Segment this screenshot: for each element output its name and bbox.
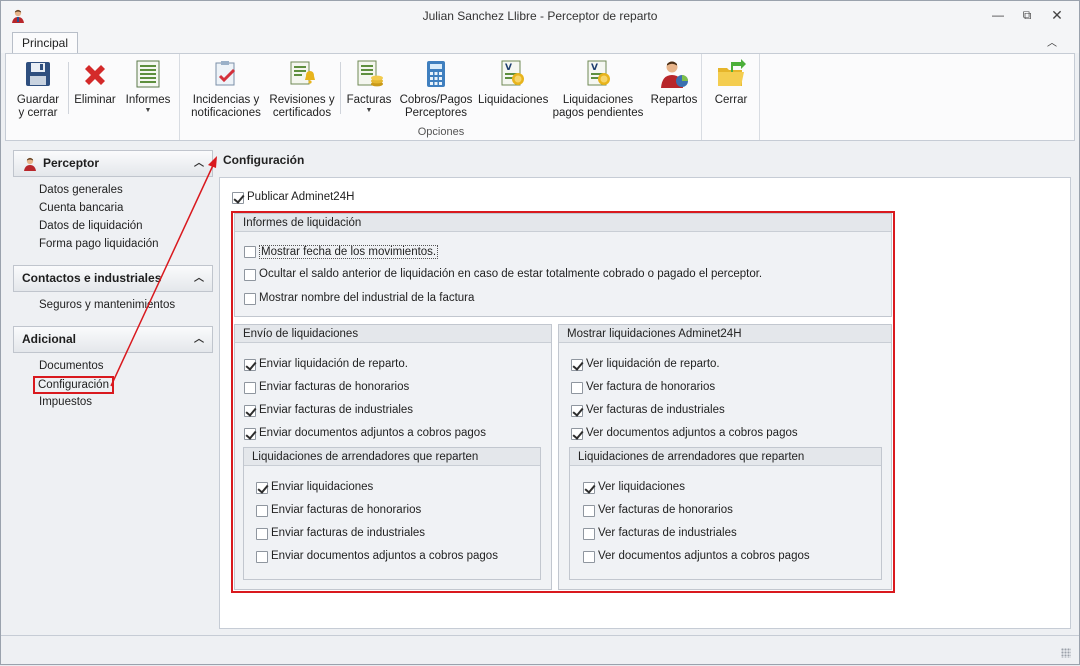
delete-x-icon bbox=[85, 65, 105, 85]
nav-item-datos-generales[interactable]: Datos generales bbox=[39, 184, 123, 196]
repartos-button[interactable]: Repartos bbox=[648, 58, 700, 107]
nav-item-datos-liquidacion[interactable]: Datos de liquidación bbox=[39, 220, 143, 232]
save-icon bbox=[26, 62, 50, 86]
incidents-clipboard-icon bbox=[215, 61, 236, 86]
tab-principal[interactable]: Principal bbox=[12, 32, 79, 54]
guardar-button[interactable]: Guardar y cerrar bbox=[12, 58, 64, 120]
chevron-up-icon[interactable]: ︿ bbox=[194, 151, 204, 176]
certificate-bell-icon bbox=[290, 61, 315, 85]
facturas-button[interactable]: Facturas ▼ bbox=[344, 58, 394, 115]
svg-text:V: V bbox=[505, 63, 512, 73]
ribbon-group-main: Guardar y cerrar Eliminar Informes ▼ bbox=[6, 54, 180, 140]
nav-item-seguros[interactable]: Seguros y mantenimientos bbox=[39, 299, 175, 311]
cerrar-button[interactable]: Cerrar bbox=[706, 58, 756, 107]
eliminar-button[interactable]: Eliminar bbox=[72, 58, 118, 107]
liquidation-document-icon: V bbox=[501, 60, 524, 86]
publicar-checkbox[interactable] bbox=[232, 192, 244, 204]
revisiones-button[interactable]: Revisiones y certificados bbox=[268, 58, 336, 120]
resize-grip-icon[interactable] bbox=[1061, 648, 1071, 658]
restore-icon[interactable]: ⧉ bbox=[1016, 6, 1038, 24]
person-icon bbox=[24, 157, 36, 171]
nav-item-documentos[interactable]: Documentos bbox=[39, 360, 104, 372]
ribbon-group-opciones: Incidencias y notificaciones Revisiones … bbox=[180, 54, 702, 140]
application-window: Julian Sanchez Llibre - Perceptor de rep… bbox=[0, 0, 1080, 665]
nav-item-forma-pago[interactable]: Forma pago liquidación bbox=[39, 238, 159, 250]
page-title: Configuración bbox=[223, 153, 305, 167]
liquidaciones-button[interactable]: V Liquidaciones bbox=[478, 58, 548, 107]
publicar-label: Publicar Adminet24H bbox=[247, 191, 355, 203]
status-bar bbox=[1, 635, 1079, 664]
ribbon: Guardar y cerrar Eliminar Informes ▼ Inc… bbox=[5, 53, 1075, 141]
dropdown-arrow-icon: ▼ bbox=[365, 107, 373, 114]
ribbon-group-label: Opciones bbox=[417, 126, 465, 138]
highlight-box bbox=[231, 211, 895, 593]
ribbon-separator bbox=[68, 62, 69, 114]
informes-button[interactable]: Informes ▼ bbox=[122, 58, 174, 115]
invoice-coins-icon bbox=[357, 60, 383, 87]
calculator-icon bbox=[427, 61, 445, 87]
minimize-icon[interactable]: — bbox=[987, 6, 1009, 24]
chevron-up-icon[interactable]: ︿ bbox=[194, 327, 204, 352]
nav-item-configuracion[interactable]: Configuración bbox=[33, 376, 114, 394]
nav-item-cuenta-bancaria[interactable]: Cuenta bancaria bbox=[39, 202, 123, 214]
nav-item-impuestos[interactable]: Impuestos bbox=[39, 396, 92, 408]
collapse-ribbon-icon[interactable]: ︿ bbox=[1045, 34, 1059, 49]
ribbon-separator bbox=[340, 62, 341, 114]
chevron-up-icon[interactable]: ︿ bbox=[194, 266, 204, 291]
incidencias-button[interactable]: Incidencias y notificaciones bbox=[186, 58, 266, 120]
title-bar: Julian Sanchez Llibre - Perceptor de rep… bbox=[1, 1, 1079, 31]
nav-group-contactos[interactable]: Contactos e industriales ︿ bbox=[13, 265, 213, 292]
dropdown-arrow-icon: ▼ bbox=[144, 107, 152, 114]
window-title: Julian Sanchez Llibre - Perceptor de rep… bbox=[422, 9, 658, 23]
exit-folder-icon bbox=[718, 59, 746, 86]
person-chart-icon bbox=[661, 61, 688, 88]
pending-liquidation-icon: V bbox=[587, 60, 610, 86]
report-grid-icon bbox=[136, 60, 160, 88]
close-icon[interactable]: ✕ bbox=[1046, 6, 1068, 24]
liquidaciones-pendientes-button[interactable]: V Liquidaciones pagos pendientes bbox=[550, 58, 646, 120]
nav-group-adicional[interactable]: Adicional ︿ bbox=[13, 326, 213, 353]
cobros-pagos-button[interactable]: Cobros/Pagos Perceptores bbox=[398, 58, 474, 120]
svg-text:V: V bbox=[591, 63, 598, 73]
nav-group-perceptor[interactable]: Perceptor ︿ bbox=[13, 150, 213, 177]
ribbon-group-cerrar: Cerrar bbox=[702, 54, 760, 140]
ribbon-tab-row: Principal ︿ bbox=[1, 31, 1079, 54]
